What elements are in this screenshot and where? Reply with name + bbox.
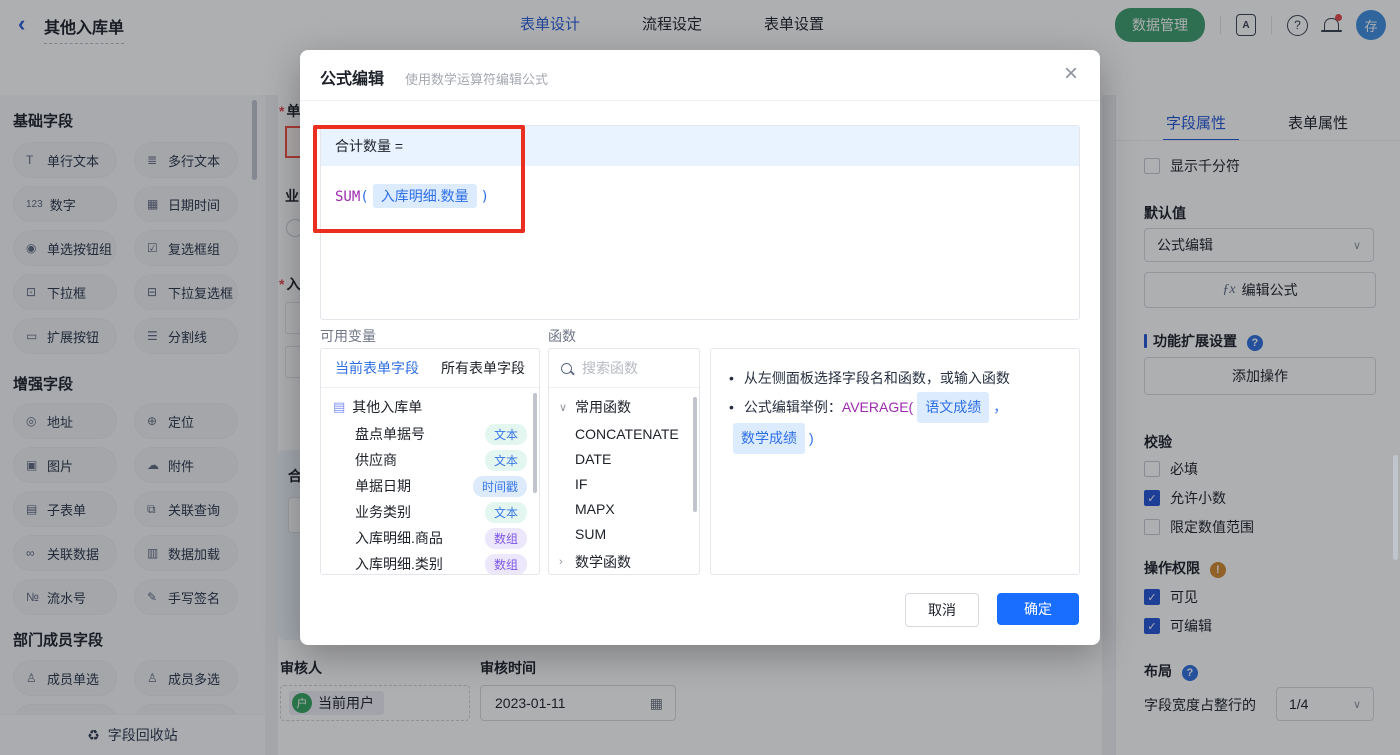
variable-row[interactable]: 入库明细.商品 数组 [321,525,539,551]
function-item[interactable]: DATE [549,442,699,467]
function-search-input[interactable] [580,359,684,377]
variable-row[interactable]: 盘点单据号 文本 [321,421,539,447]
tab-current-form-fields[interactable]: 当前表单字段 [335,358,419,378]
function-group-common[interactable]: ∨ 常用函数 [549,388,699,420]
formula-editor-area[interactable]: 合计数量 = SUM(入库明细.数量) [320,125,1080,320]
functions-scrollbar[interactable] [693,397,697,512]
variables-tabs: 当前表单字段 所有表单字段 [321,349,539,388]
paren-close: ) [809,430,814,446]
function-group-math[interactable]: › 数学函数 [549,542,699,572]
example-field-chip: 语文成绩 [917,392,990,423]
variable-row[interactable]: 入库明细.类别 数组 [321,551,539,574]
formula-expression[interactable]: SUM(入库明细.数量) [321,166,1079,226]
search-icon [561,362,572,374]
formula-function-name: SUM [335,189,361,205]
functions-panel: ∨ 常用函数 CONCATENATE DATE IF MAPX SUM › 数学… [548,348,700,575]
example-function-name: AVERAGE( [841,399,914,415]
type-tag: 文本 [484,449,527,471]
type-tag: 文本 [484,501,527,523]
tip-line-1: • 从左侧面板选择字段名和函数，或输入函数 [729,370,1010,386]
variables-label: 可用变量 [320,328,376,344]
tab-all-form-fields[interactable]: 所有表单字段 [441,358,525,378]
bullet-icon: • [729,370,734,386]
paren-close: ) [480,189,490,205]
function-item[interactable]: CONCATENATE [549,420,699,442]
function-item[interactable]: SUM [549,517,699,542]
variables-scrollbar[interactable] [533,393,537,493]
tips-panel: • 从左侧面板选择字段名和函数，或输入函数 • 公式编辑举例：AVERAGE(语文成… [710,348,1080,575]
page-scrollbar[interactable] [1393,455,1398,560]
type-tag: 数组 [484,553,527,574]
variable-row[interactable]: 业务类别 文本 [321,499,539,525]
chevron-down-icon: ∨ [559,401,568,414]
divider [300,100,1100,101]
tip-line-2: • 公式编辑举例：AVERAGE(语文成绩 ，数学成绩) [729,392,1061,454]
functions-label: 函数 [548,328,576,344]
type-tag: 数组 [484,527,527,549]
bullet-icon: • [729,399,734,415]
variables-panel: 当前表单字段 所有表单字段 ▤ 其他入库单 盘点单据号 文本 供应商 文本 单据日期… [320,348,540,575]
form-doc-icon: ▤ [333,399,346,414]
paren-open: ( [360,189,369,205]
form-node-label: 其他入库单 [352,399,423,415]
type-tag: 时间戳 [472,475,527,497]
app-root: ‹ 其他入库单 表单设计 流程设定 表单设置 数据管理 A ? 存 ⊘ 表单外链… [0,0,1400,755]
comma: ， [993,399,1008,415]
formula-editor-modal: 公式编辑 使用数学运算符编辑公式 × 合计数量 = SUM(入库明细.数量) 可… [300,50,1100,645]
chevron-right-icon: › [559,556,563,568]
variable-row[interactable]: 单据日期 时间戳 [321,473,539,499]
close-icon[interactable]: × [1064,60,1078,88]
function-group-text[interactable]: › 文本函数 [549,572,699,574]
function-search[interactable] [549,349,699,388]
example-field-chip: 数学成绩 [733,423,805,454]
type-tag: 文本 [484,423,527,445]
function-item[interactable]: MAPX [549,492,699,517]
modal-subtitle: 使用数学运算符编辑公式 [405,72,549,87]
modal-title: 公式编辑 [320,71,385,88]
confirm-button[interactable]: 确定 [997,593,1079,625]
form-tree-node[interactable]: ▤ 其他入库单 [321,388,539,421]
cancel-button[interactable]: 取消 [905,593,979,627]
formula-target-label: 合计数量 = [335,138,404,154]
field-chip[interactable]: 入库明细.数量 [372,184,477,208]
function-item[interactable]: IF [549,467,699,492]
variable-row[interactable]: 供应商 文本 [321,447,539,473]
formula-target-bar: 合计数量 = [321,126,1079,166]
